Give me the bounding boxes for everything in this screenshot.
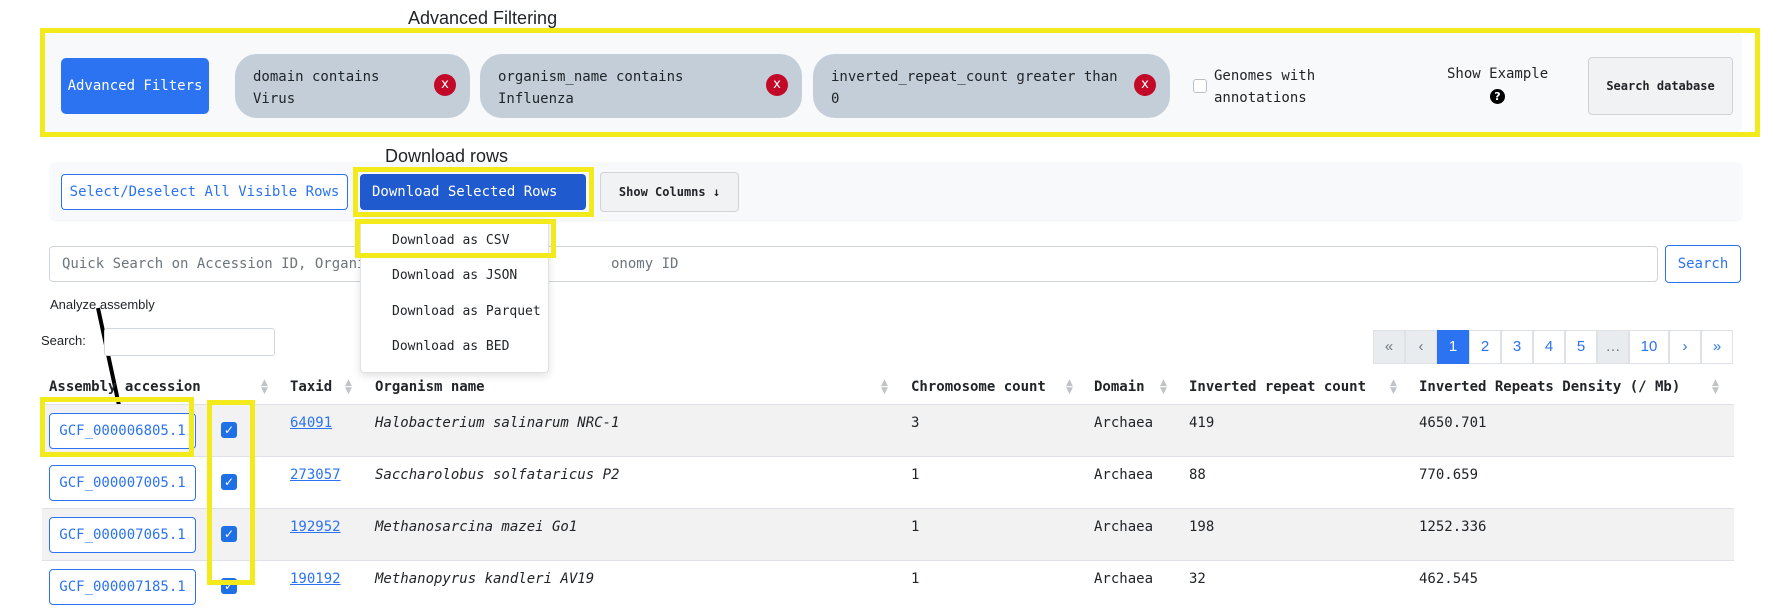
density-cell: 770.659 (1419, 467, 1479, 483)
page-5[interactable]: 5 (1565, 330, 1597, 364)
page-2[interactable]: 2 (1469, 330, 1501, 364)
sort-icon[interactable]: ▲ ▼ (1712, 379, 1719, 396)
col-domain[interactable]: Domain (1094, 379, 1145, 395)
col-inverted-repeat-count[interactable]: Inverted repeat count (1189, 379, 1366, 395)
ir-count-cell: 198 (1189, 519, 1215, 535)
menu-item-parquet[interactable]: Download as Parquet (392, 304, 541, 319)
organism-cell: Saccharolobus solfataricus P2 (375, 467, 620, 483)
accession-button[interactable]: GCF_000007065.1 (49, 517, 196, 553)
page-first[interactable]: « (1373, 330, 1405, 364)
sort-icon[interactable]: ▲ ▼ (1066, 379, 1073, 396)
sort-icon[interactable]: ▲ ▼ (345, 379, 352, 396)
page-next[interactable]: › (1669, 330, 1701, 364)
menu-item-json[interactable]: Download as JSON (392, 268, 517, 283)
page-prev[interactable]: ‹ (1405, 330, 1437, 364)
table-search-label: Search: (41, 333, 86, 348)
highlight-csv-option (355, 219, 556, 258)
page-4[interactable]: 4 (1533, 330, 1565, 364)
sort-icon[interactable]: ▲ ▼ (881, 379, 888, 396)
quick-search-button[interactable]: Search (1665, 245, 1741, 283)
taxid-link[interactable]: 273057 (290, 467, 341, 483)
highlight-download-button (353, 167, 594, 217)
show-columns-button[interactable]: Show Columns ↓ (600, 172, 739, 212)
sort-icon[interactable]: ▲ ▼ (1160, 379, 1167, 396)
chromosome-cell: 1 (911, 519, 920, 535)
accession-button[interactable]: GCF_000007005.1 (49, 465, 196, 501)
quick-search-placeholder-right: onomy ID (611, 256, 679, 272)
col-inverted-repeats-density[interactable]: Inverted Repeats Density (/ Mb) (1419, 379, 1680, 395)
organism-cell: Halobacterium salinarum NRC-1 (375, 415, 620, 431)
taxid-link[interactable]: 192952 (290, 519, 341, 535)
col-chromosome-count[interactable]: Chromosome count (911, 379, 1046, 395)
density-cell: 4650.701 (1419, 415, 1487, 431)
taxid-link[interactable]: 64091 (290, 415, 332, 431)
annotation-advanced-filtering: Advanced Filtering (408, 8, 558, 28)
page-ellipsis: … (1597, 330, 1629, 364)
organism-cell: Methanosarcina mazei Go1 (375, 519, 578, 535)
highlight-checkboxes (207, 400, 255, 585)
sort-icon[interactable]: ▲ ▼ (1390, 379, 1397, 396)
highlight-accession (40, 397, 194, 457)
domain-cell: Archaea (1094, 415, 1154, 431)
page-1[interactable]: 1 (1437, 330, 1469, 364)
ir-count-cell: 88 (1189, 467, 1206, 483)
chromosome-cell: 1 (911, 467, 920, 483)
col-assembly-accession[interactable]: Assembly accession (49, 379, 201, 395)
table-search-input[interactable] (104, 328, 275, 356)
domain-cell: Archaea (1094, 467, 1154, 483)
quick-search-placeholder-left: Quick Search on Accession ID, Organi (62, 256, 366, 272)
domain-cell: Archaea (1094, 519, 1154, 535)
page-10[interactable]: 10 (1629, 330, 1669, 364)
menu-item-bed[interactable]: Download as BED (392, 339, 509, 354)
density-cell: 1252.336 (1419, 519, 1487, 535)
chromosome-cell: 3 (911, 415, 920, 431)
ir-count-cell: 419 (1189, 415, 1215, 431)
page-last[interactable]: » (1701, 330, 1733, 364)
page-3[interactable]: 3 (1501, 330, 1533, 364)
accession-button[interactable]: GCF_000007185.1 (49, 569, 196, 605)
col-taxid[interactable]: Taxid (290, 379, 332, 395)
col-organism-name[interactable]: Organism name (375, 379, 485, 395)
quick-search-input[interactable]: Quick Search on Accession ID, Organi ono… (49, 246, 1658, 282)
select-all-rows-button[interactable]: Select/Deselect All Visible Rows (61, 174, 348, 210)
sort-icon[interactable]: ▲ ▼ (261, 379, 268, 396)
highlight-advanced-filtering (40, 28, 1760, 137)
